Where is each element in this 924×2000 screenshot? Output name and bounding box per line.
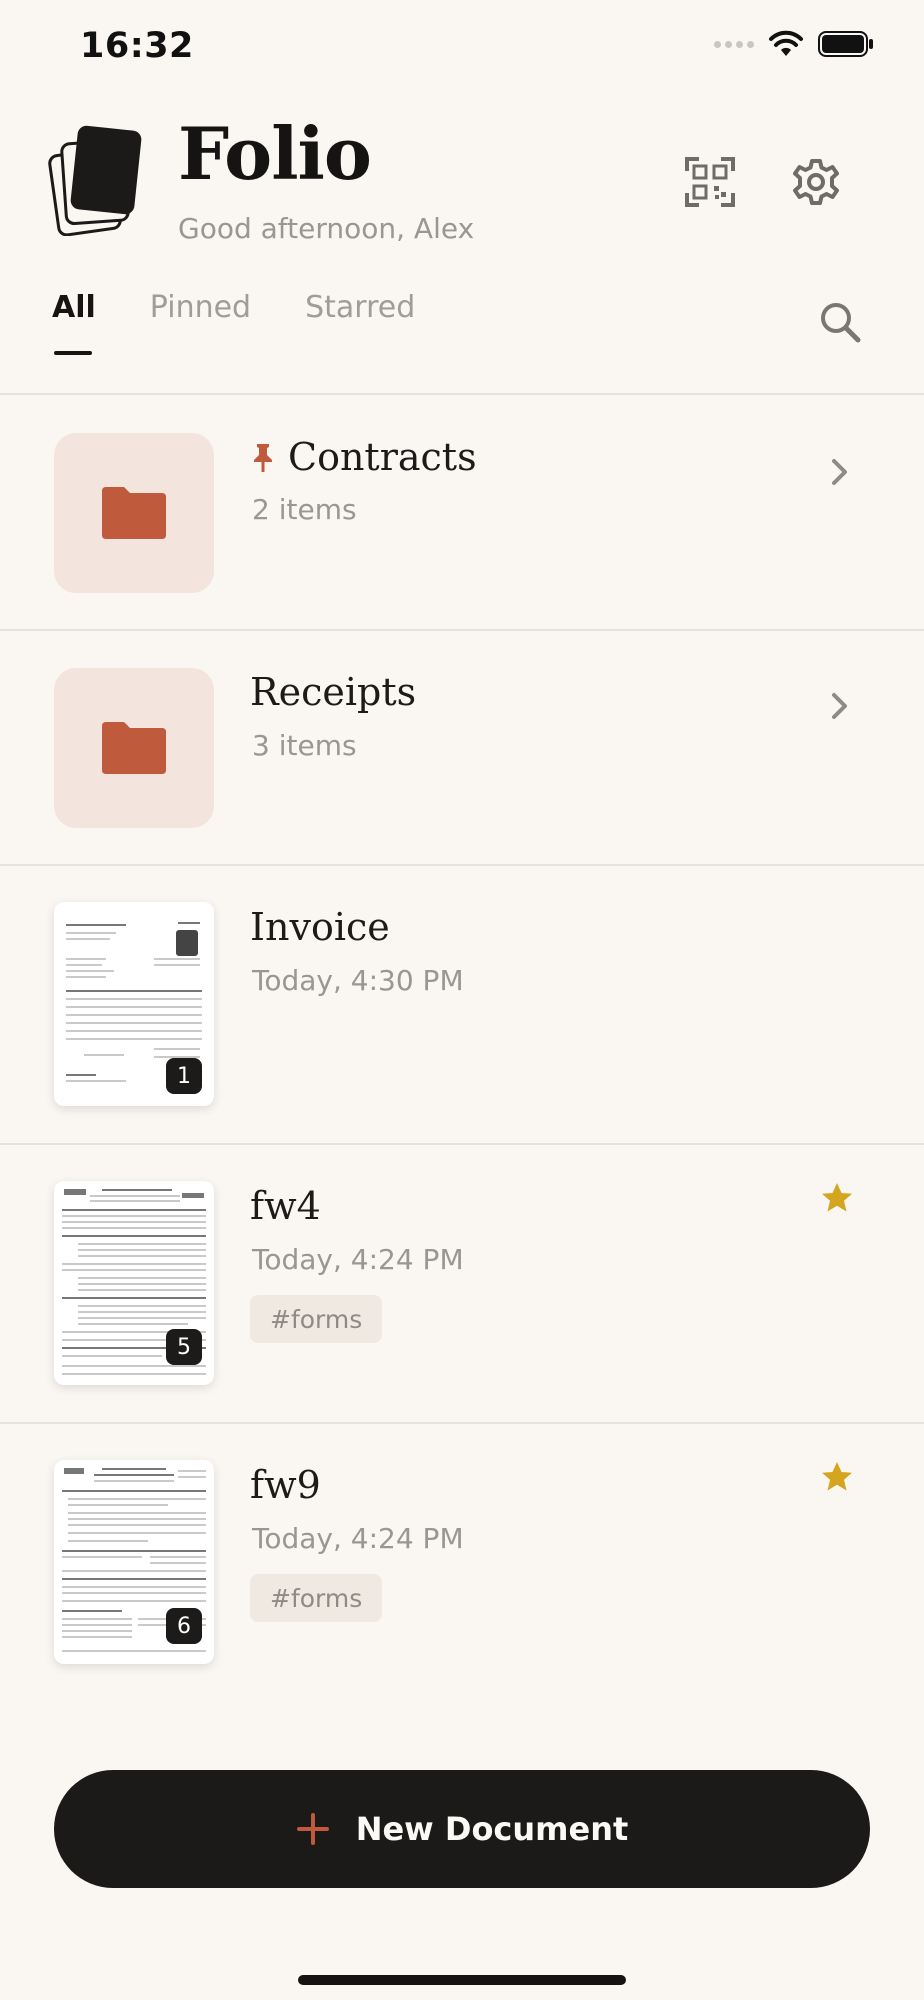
qr-scan-button[interactable] — [678, 150, 742, 214]
list-item-fw4[interactable]: 5 fw4 Today, 4:24 PM #forms — [0, 1145, 924, 1423]
tag-chip[interactable]: #forms — [250, 1574, 383, 1622]
qr-code-icon — [685, 157, 735, 207]
list-item-receipts[interactable]: Receipts 3 items — [0, 631, 924, 865]
plus-icon — [296, 1813, 329, 1845]
item-title-text: Receipts — [250, 670, 417, 714]
item-title: fw4 — [250, 1184, 321, 1228]
home-indicator — [298, 1975, 626, 1985]
tag-chip[interactable]: #forms — [250, 1295, 383, 1343]
folder-thumbnail — [54, 433, 214, 593]
status-time: 16:32 — [80, 26, 194, 66]
folder-thumbnail — [54, 668, 214, 828]
page-count-badge: 1 — [166, 1058, 202, 1094]
item-title-text: fw4 — [250, 1184, 321, 1228]
tab-starred[interactable]: Starred — [305, 290, 415, 355]
greeting-text: Good afternoon, Alex — [178, 212, 475, 245]
filter-tabs: All Pinned Starred — [52, 290, 415, 355]
item-title: Contracts — [250, 435, 477, 479]
tab-all[interactable]: All — [52, 290, 96, 355]
search-icon — [821, 303, 861, 343]
folder-icon — [102, 722, 166, 774]
pin-icon — [254, 444, 272, 472]
document-thumbnail: 6 — [54, 1460, 214, 1664]
battery-icon — [818, 31, 873, 57]
status-indicators — [714, 30, 874, 58]
list-item-invoice[interactable]: 1 Invoice Today, 4:30 PM — [0, 866, 924, 1144]
list-item-contracts[interactable]: Contracts 2 items — [0, 395, 924, 629]
folder-icon — [102, 487, 166, 539]
star-icon[interactable] — [820, 1460, 854, 1494]
wifi-icon — [769, 30, 803, 56]
item-subtitle: 3 items — [252, 729, 357, 762]
item-title: Invoice — [250, 905, 390, 949]
new-document-label: New Document — [355, 1810, 629, 1848]
folio-logo-icon — [48, 125, 142, 236]
item-title-text: Invoice — [250, 905, 390, 949]
settings-button[interactable] — [784, 150, 848, 214]
item-title: fw9 — [250, 1463, 321, 1507]
item-subtitle: Today, 4:24 PM — [252, 1522, 464, 1555]
chevron-right-icon — [832, 459, 847, 485]
item-title-text: Contracts — [288, 435, 477, 479]
signal-icon — [714, 40, 754, 48]
tab-pinned[interactable]: Pinned — [150, 290, 251, 355]
item-subtitle: Today, 4:24 PM — [252, 1243, 464, 1276]
list-item-fw9[interactable]: 6 fw9 Today, 4:24 PM #forms — [0, 1424, 924, 1702]
item-title: Receipts — [250, 670, 416, 714]
document-thumbnail: 1 — [54, 902, 214, 1106]
item-subtitle: Today, 4:30 PM — [252, 964, 464, 997]
chevron-right-icon — [832, 693, 847, 719]
page-count-badge: 5 — [166, 1329, 202, 1365]
document-thumbnail: 5 — [54, 1181, 214, 1385]
item-subtitle: 2 items — [252, 493, 357, 526]
new-document-button[interactable]: New Document — [54, 1770, 870, 1888]
star-icon[interactable] — [820, 1181, 854, 1215]
gear-icon — [793, 159, 839, 205]
app-title: Folio — [178, 111, 372, 196]
item-title-text: fw9 — [250, 1463, 321, 1507]
page-count-badge: 6 — [166, 1608, 202, 1644]
search-button[interactable] — [812, 294, 868, 350]
